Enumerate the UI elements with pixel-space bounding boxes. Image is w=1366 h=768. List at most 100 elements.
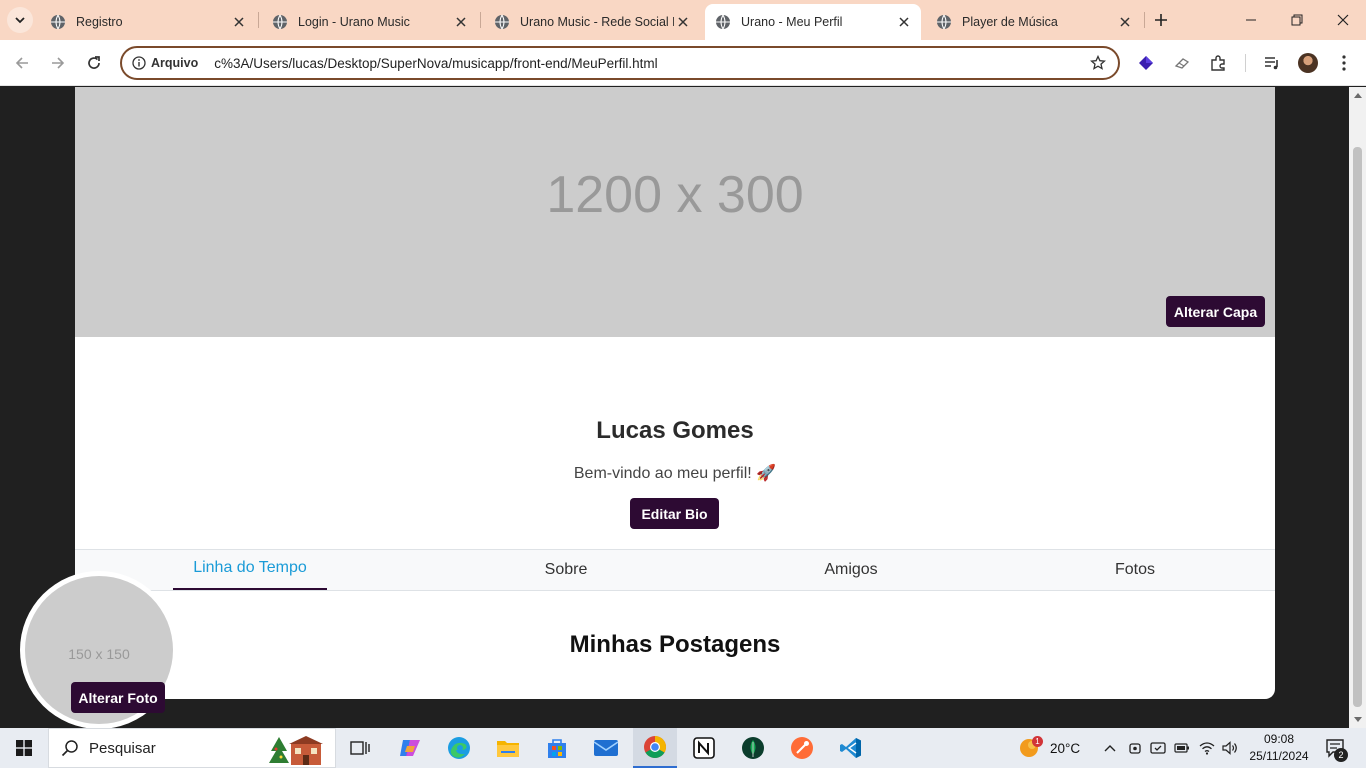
url-text[interactable]: c%3A/Users/lucas/Desktop/SuperNova/music… (214, 56, 657, 71)
back-button[interactable] (10, 51, 34, 75)
tab-divider (1144, 12, 1145, 28)
extension-diamond-icon[interactable] (1136, 53, 1156, 73)
close-icon[interactable] (1116, 13, 1134, 31)
edge-button[interactable] (437, 728, 481, 768)
close-icon[interactable] (895, 13, 913, 31)
profile-bio: Bem-vindo ao meu perfil! 🚀 (573, 465, 777, 482)
info-icon[interactable] (131, 55, 147, 71)
copilot-button[interactable] (388, 728, 432, 768)
taskbar-search[interactable]: Pesquisar (48, 728, 336, 768)
reload-button[interactable] (82, 51, 106, 75)
windows-start-icon[interactable] (16, 740, 32, 756)
arrow-right-icon (52, 57, 65, 69)
notification-count-badge: 2 (1334, 748, 1348, 762)
weather-temperature: 20°C (1050, 740, 1081, 756)
new-tab-button[interactable] (1150, 9, 1172, 31)
wifi-icon[interactable] (1199, 740, 1215, 756)
scroll-down-icon[interactable] (1353, 716, 1362, 724)
postman-button[interactable] (780, 728, 824, 768)
search-highlight-illustration-icon (269, 736, 323, 765)
chrome-button[interactable] (633, 728, 677, 768)
profile-tabs: Linha do Tempo Sobre Amigos Fotos (75, 549, 1275, 591)
media-queue-icon[interactable] (1262, 53, 1282, 73)
profile-name: Lucas Gomes (596, 417, 754, 444)
copilot-icon (400, 740, 420, 756)
vscode-button[interactable] (829, 728, 873, 768)
close-icon[interactable] (452, 13, 470, 31)
edit-bio-button[interactable]: Editar Bio (630, 498, 719, 529)
task-view-button[interactable] (338, 728, 382, 768)
profile-card: 1200 x 300 Alterar Capa Lucas Gomes Bem-… (75, 87, 1275, 699)
tab-friends[interactable]: Amigos (791, 550, 911, 590)
browser-tab-strip: Registro Login - Urano Music Urano Music… (0, 0, 1366, 40)
chevron-up-icon[interactable] (1102, 740, 1118, 756)
chrome-icon (644, 736, 666, 758)
minimize-button[interactable] (1228, 0, 1274, 40)
weather-alert-badge: 1 (1032, 736, 1043, 747)
address-bar[interactable]: Arquivo c%3A/Users/lucas/Desktop/SuperNo… (120, 46, 1120, 80)
volume-icon[interactable] (1222, 740, 1238, 756)
more-menu-icon[interactable] (1334, 53, 1354, 73)
device-sync-icon[interactable] (1150, 740, 1166, 756)
mongodb-compass-button[interactable] (731, 728, 775, 768)
close-icon[interactable] (230, 13, 248, 31)
tab-about[interactable]: Sobre (505, 550, 627, 590)
restore-icon (1291, 14, 1303, 26)
close-window-button[interactable] (1320, 0, 1366, 40)
scroll-thumb[interactable] (1353, 147, 1362, 707)
star-icon[interactable] (1090, 55, 1106, 71)
tab-title: Urano - Meu Perfil (741, 15, 843, 29)
microsoft-store-button[interactable] (535, 728, 579, 768)
avatar-placeholder-text: 150 x 150 (68, 646, 130, 662)
tab-divider (258, 12, 259, 28)
windows-taskbar: Pesquisar 20°C 1 09:08 25/11/2024 2 (0, 728, 1366, 768)
store-icon (548, 739, 566, 758)
browser-tab-meu-perfil[interactable]: Urano - Meu Perfil (705, 4, 921, 40)
extensions-puzzle-icon[interactable] (1208, 53, 1228, 73)
folder-icon (497, 741, 519, 757)
restore-button[interactable] (1274, 0, 1320, 40)
tab-title: Login - Urano Music (298, 15, 410, 29)
cover-image: 1200 x 300 Alterar Capa (75, 87, 1275, 337)
weather-widget[interactable]: 20°C 1 (1018, 728, 1080, 768)
page-scrollbar[interactable] (1349, 87, 1366, 728)
profile-avatar[interactable] (1298, 53, 1318, 73)
browser-tab-registro[interactable]: Registro (40, 4, 256, 40)
notion-button[interactable] (682, 728, 726, 768)
minimize-icon (1246, 19, 1256, 21)
security-chip[interactable]: Arquivo (151, 56, 198, 70)
postman-icon (791, 737, 813, 759)
file-explorer-button[interactable] (486, 728, 530, 768)
change-cover-button[interactable]: Alterar Capa (1166, 296, 1265, 327)
search-icon (61, 740, 78, 757)
extension-eraser-icon[interactable] (1172, 53, 1192, 73)
globe-icon (937, 14, 951, 30)
forward-button[interactable] (46, 51, 70, 75)
browser-tab-login[interactable]: Login - Urano Music (262, 4, 478, 40)
change-photo-button[interactable]: Alterar Foto (71, 682, 165, 713)
tab-search-button[interactable] (7, 7, 33, 33)
reload-icon (88, 56, 100, 69)
page-viewport: 1200 x 300 Alterar Capa Lucas Gomes Bem-… (0, 87, 1349, 728)
browser-toolbar: Arquivo c%3A/Users/lucas/Desktop/SuperNo… (0, 40, 1366, 86)
tab-divider (480, 12, 481, 28)
browser-tab-rede-social[interactable]: Urano Music - Rede Social M (484, 4, 700, 40)
tab-timeline[interactable]: Linha do Tempo (173, 550, 327, 590)
globe-icon (273, 14, 287, 30)
toolbar-divider (1245, 54, 1246, 72)
tab-photos[interactable]: Fotos (1075, 550, 1195, 590)
system-clock[interactable]: 09:08 25/11/2024 (1244, 731, 1314, 765)
edge-browser-icon (448, 737, 470, 759)
notion-icon (693, 737, 715, 759)
battery-icon[interactable] (1174, 740, 1190, 756)
mail-button[interactable] (584, 728, 628, 768)
mail-icon (593, 740, 619, 756)
globe-icon (495, 14, 509, 30)
scroll-up-icon[interactable] (1353, 91, 1362, 99)
clock-date: 25/11/2024 (1249, 749, 1309, 763)
chevron-down-icon (15, 17, 25, 24)
close-icon[interactable] (674, 13, 692, 31)
browser-tab-player[interactable]: Player de Música (926, 4, 1142, 40)
tab-title: Player de Música (962, 15, 1058, 29)
meet-camera-icon[interactable] (1127, 740, 1143, 756)
